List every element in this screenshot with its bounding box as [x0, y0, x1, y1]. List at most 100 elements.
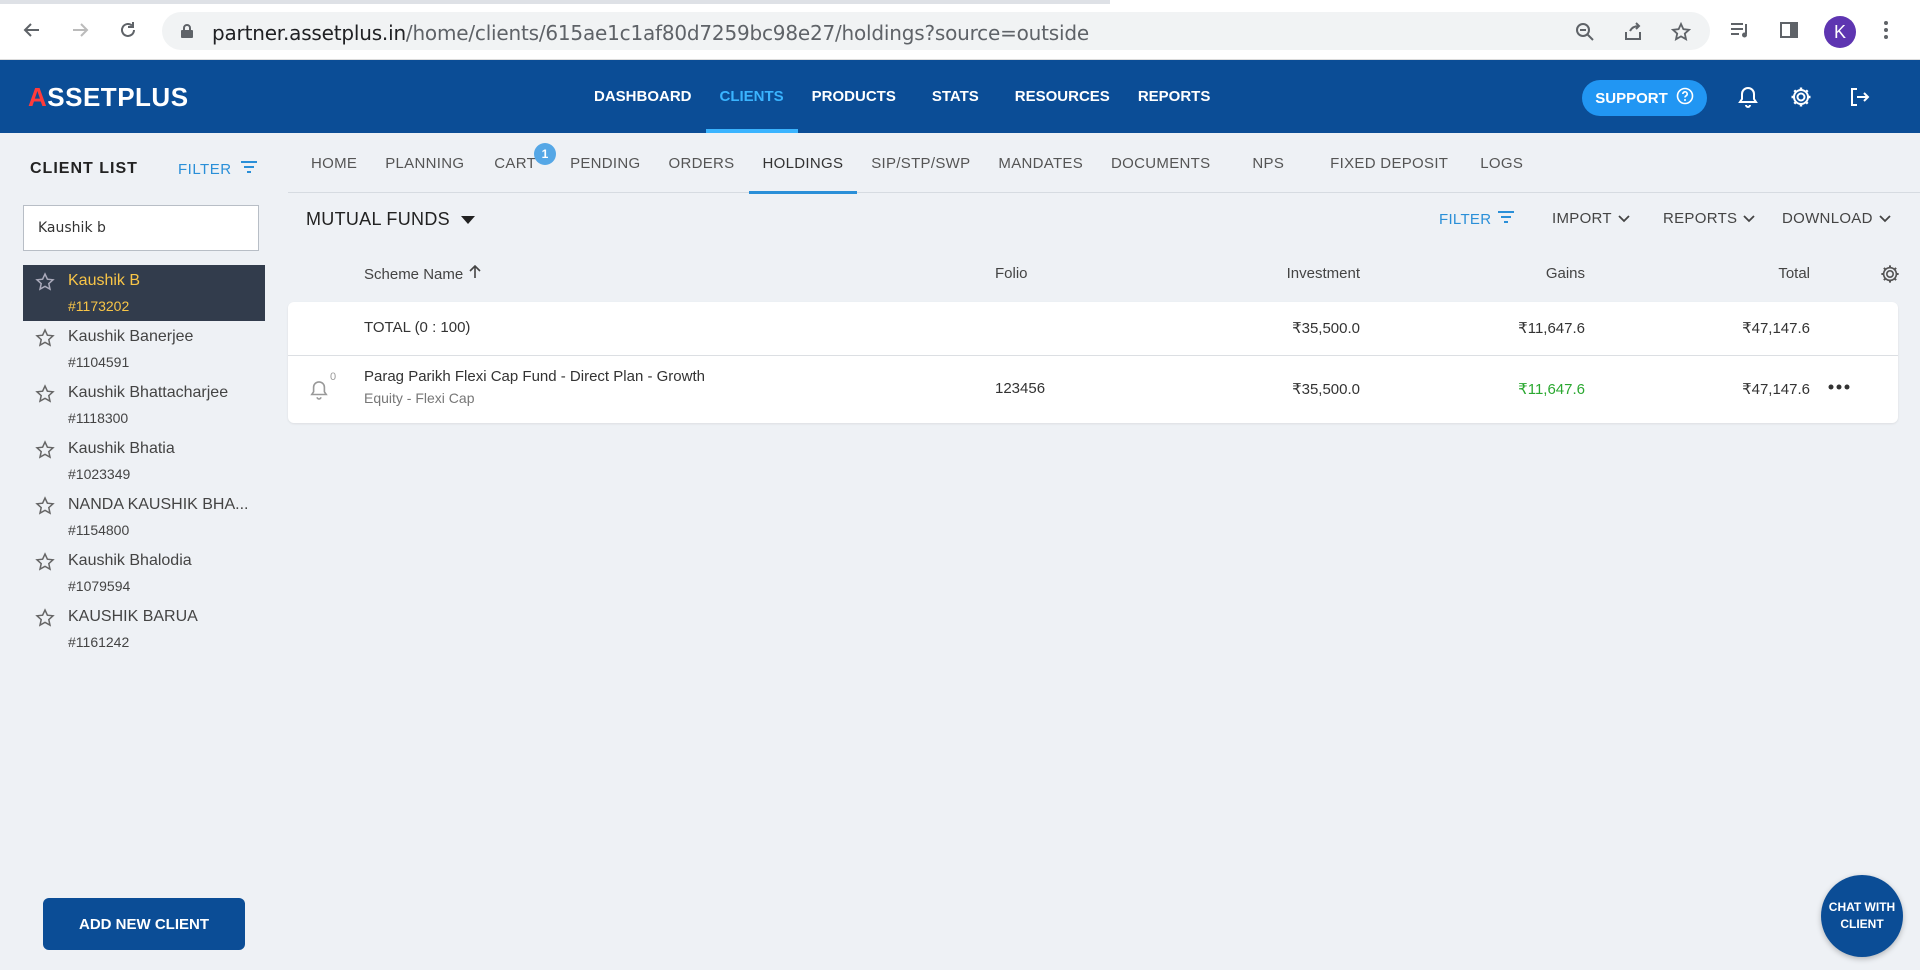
tab-mandates[interactable]: MANDATES: [984, 133, 1097, 193]
nav-products[interactable]: PRODUCTS: [798, 60, 910, 133]
tab-fixed-deposit[interactable]: FIXED DEPOSIT: [1312, 133, 1466, 193]
client-id: #1173202: [68, 298, 130, 314]
client-item[interactable]: Kaushik Bhattacharjee #1118300: [23, 377, 265, 433]
star-icon[interactable]: [35, 552, 55, 577]
tab-logs[interactable]: LOGS: [1466, 133, 1537, 193]
url-text: partner.assetplus.in/home/clients/615ae1…: [212, 21, 1089, 45]
tab-planning[interactable]: PLANNING: [371, 133, 478, 193]
tab-pending[interactable]: PENDING: [556, 133, 654, 193]
nav-reports[interactable]: REPORTS: [1124, 60, 1225, 133]
tab-nps[interactable]: NPS: [1224, 133, 1312, 193]
client-name: Kaushik B: [68, 272, 141, 289]
holdings-table: TOTAL (0 : 100) ₹35,500.0 ₹11,647.6 ₹47,…: [288, 302, 1898, 423]
download-dropdown[interactable]: DOWNLOAD: [1782, 210, 1891, 227]
side-panel-icon[interactable]: [1775, 16, 1803, 44]
alert-count: 0: [330, 371, 337, 383]
client-item[interactable]: NANDA KAUSHIK BHA... #1154800: [23, 489, 265, 545]
column-scheme-name[interactable]: Scheme Name: [364, 264, 481, 283]
lock-icon: [180, 23, 194, 44]
star-icon[interactable]: [35, 440, 55, 465]
client-item[interactable]: KAUSHIK BARUA #1161242: [23, 601, 265, 657]
import-dropdown[interactable]: IMPORT: [1552, 210, 1630, 227]
client-id: #1079594: [68, 578, 131, 594]
client-name: Kaushik Bhatia: [68, 440, 175, 457]
column-gains: Gains: [1545, 265, 1585, 282]
total-gains: ₹11,647.6: [1518, 320, 1585, 337]
media-control-icon[interactable]: [1726, 16, 1754, 44]
filter-icon: [240, 160, 258, 178]
star-icon[interactable]: [35, 496, 55, 521]
tab-holdings[interactable]: HOLDINGS: [748, 133, 858, 194]
assetplus-logo[interactable]: ASSETPLUS: [28, 82, 189, 113]
main-nav: DASHBOARD CLIENTS PRODUCTS STATS RESOURC…: [580, 60, 1224, 133]
client-sidebar: CLIENT LIST FILTER Kaushik B #1173202 Ka…: [0, 133, 288, 970]
mutual-funds-dropdown[interactable]: MUTUAL FUNDS: [306, 209, 476, 230]
zoom-icon[interactable]: [1572, 19, 1598, 45]
scheme-name[interactable]: Parag Parikh Flexi Cap Fund - Direct Pla…: [364, 368, 705, 385]
tab-sip-stp-swp[interactable]: SIP/STP/SWP: [857, 133, 984, 193]
nav-stats[interactable]: STATS: [910, 60, 1001, 133]
nav-dashboard[interactable]: DASHBOARD: [580, 60, 706, 133]
cart-count-badge: 1: [534, 143, 557, 165]
client-search-input[interactable]: [23, 205, 259, 251]
client-item[interactable]: Kaushik B #1173202: [23, 265, 265, 321]
more-options-icon[interactable]: [1828, 377, 1850, 395]
add-new-client-button[interactable]: ADD NEW CLIENT: [43, 898, 245, 950]
address-bar[interactable]: partner.assetplus.in/home/clients/615ae1…: [162, 12, 1710, 50]
client-id: #1023349: [68, 466, 131, 482]
bookmark-star-icon[interactable]: [1668, 19, 1694, 45]
support-button[interactable]: SUPPORT: [1582, 80, 1707, 116]
star-icon[interactable]: [35, 384, 55, 409]
settings-gear-icon[interactable]: [1788, 84, 1814, 110]
logout-icon[interactable]: [1846, 84, 1872, 110]
tab-home[interactable]: HOME: [288, 133, 371, 193]
chat-with-client-button[interactable]: CHAT WITH CLIENT: [1821, 875, 1903, 957]
back-icon[interactable]: [18, 16, 46, 44]
nav-clients[interactable]: CLIENTS: [705, 60, 798, 133]
column-settings-gear-icon[interactable]: [1880, 264, 1900, 289]
total-value-row: ₹47,147.6: [1742, 381, 1810, 398]
star-icon[interactable]: [35, 608, 55, 633]
client-id: #1118300: [68, 410, 129, 426]
reload-icon[interactable]: [114, 16, 142, 44]
browser-tab-strip: [0, 0, 1920, 4]
nav-resources[interactable]: RESOURCES: [1001, 60, 1124, 133]
reports-dropdown[interactable]: REPORTS: [1663, 210, 1755, 227]
column-total: Total: [1778, 265, 1810, 282]
column-investment: Investment: [1286, 265, 1360, 282]
forward-icon[interactable]: [66, 16, 94, 44]
client-name: Kaushik Bhattacharjee: [68, 384, 229, 401]
share-icon[interactable]: [1620, 19, 1646, 45]
column-scheme-label: Scheme Name: [364, 265, 464, 283]
import-label: IMPORT: [1552, 210, 1612, 227]
client-tabs: HOME PLANNING CART 1 PENDING ORDERS HOLD…: [288, 133, 1920, 194]
tab-cart[interactable]: CART 1: [478, 133, 557, 193]
total-label: TOTAL (0 : 100): [364, 319, 471, 336]
client-item[interactable]: Kaushik Banerjee #1104591: [23, 321, 265, 377]
client-id: #1154800: [68, 522, 130, 538]
scheme-category: Equity - Flexi Cap: [364, 390, 475, 406]
support-label: SUPPORT: [1595, 89, 1668, 107]
alert-bell-icon[interactable]: [310, 380, 328, 405]
holdings-filter-button[interactable]: FILTER: [1439, 210, 1515, 228]
client-item[interactable]: Kaushik Bhatia #1023349: [23, 433, 265, 489]
star-icon[interactable]: [35, 272, 55, 297]
filter-icon: [1497, 210, 1515, 228]
star-icon[interactable]: [35, 328, 55, 353]
notification-bell-icon[interactable]: [1735, 84, 1761, 110]
tab-documents[interactable]: DOCUMENTS: [1097, 133, 1224, 193]
client-id: #1104591: [68, 354, 130, 370]
folio-number: 123456: [995, 380, 1046, 397]
tab-orders[interactable]: ORDERS: [655, 133, 749, 193]
download-label: DOWNLOAD: [1782, 210, 1873, 227]
client-filter-button[interactable]: FILTER: [178, 160, 258, 178]
browser-menu-icon[interactable]: [1872, 16, 1900, 44]
help-icon: [1676, 87, 1694, 109]
client-item[interactable]: Kaushik Bhalodia #1079594: [23, 545, 265, 601]
profile-avatar[interactable]: K: [1824, 16, 1856, 48]
total-value: ₹47,147.6: [1742, 320, 1810, 337]
client-id: #1161242: [68, 634, 130, 650]
investment-value: ₹35,500.0: [1292, 381, 1360, 398]
row-divider: [288, 355, 1898, 356]
sort-arrow-up-icon: [469, 264, 481, 283]
